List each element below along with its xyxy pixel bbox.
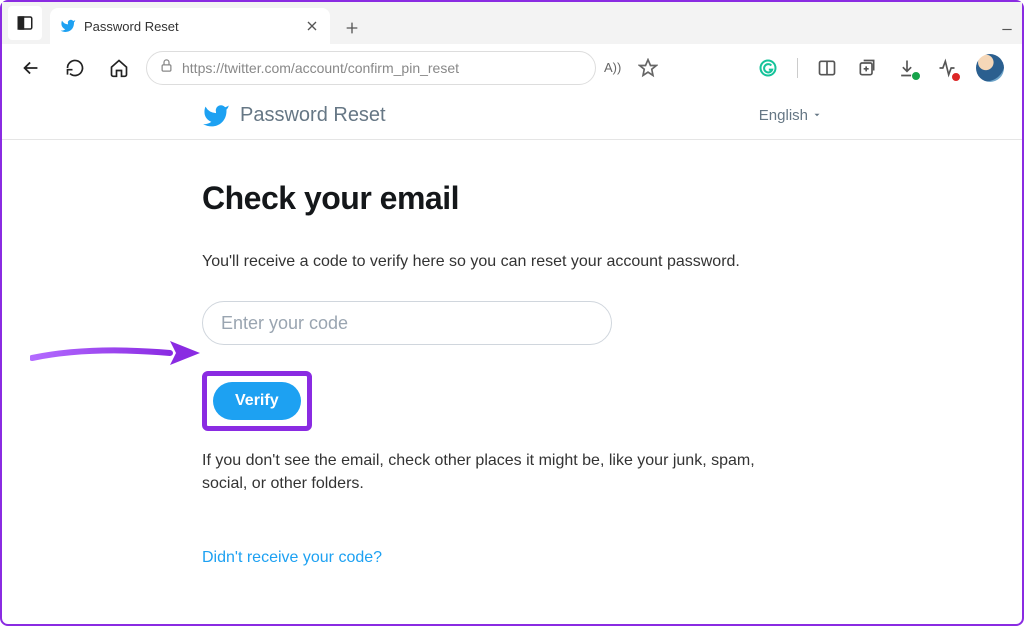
home-button[interactable] bbox=[102, 51, 136, 85]
page-heading: Check your email bbox=[202, 180, 762, 217]
twitter-logo-icon bbox=[202, 102, 230, 130]
separator bbox=[797, 58, 798, 78]
browser-toolbar: https://twitter.com/account/confirm_pin_… bbox=[2, 44, 1022, 92]
hint-text: If you don't see the email, check other … bbox=[202, 449, 762, 495]
minimize-button[interactable] bbox=[1000, 19, 1014, 44]
language-label: English bbox=[759, 107, 808, 124]
chevron-down-icon bbox=[812, 107, 822, 124]
annotation-highlight: Verify bbox=[202, 371, 312, 431]
back-button[interactable] bbox=[14, 51, 48, 85]
page-body: Password Reset English Check your email … bbox=[2, 92, 1022, 567]
resend-code-link[interactable]: Didn't receive your code? bbox=[202, 549, 762, 567]
grammarly-icon[interactable] bbox=[757, 57, 779, 79]
lock-icon bbox=[159, 58, 174, 78]
reader-mode-icon[interactable]: A)) bbox=[604, 60, 621, 75]
page-header-title: Password Reset bbox=[240, 104, 386, 127]
performance-icon[interactable] bbox=[936, 57, 958, 79]
address-bar[interactable]: https://twitter.com/account/confirm_pin_… bbox=[146, 51, 596, 85]
refresh-button[interactable] bbox=[58, 51, 92, 85]
split-screen-icon[interactable] bbox=[816, 57, 838, 79]
main-content: Check your email You'll receive a code t… bbox=[2, 140, 762, 567]
instruction-text: You'll receive a code to verify here so … bbox=[202, 253, 762, 271]
language-selector[interactable]: English bbox=[759, 107, 822, 124]
url-text: https://twitter.com/account/confirm_pin_… bbox=[182, 60, 583, 76]
new-tab-button[interactable] bbox=[336, 12, 368, 44]
browser-tab[interactable]: Password Reset bbox=[50, 8, 330, 44]
tab-title: Password Reset bbox=[84, 19, 296, 34]
downloads-icon[interactable] bbox=[896, 57, 918, 79]
favorite-button[interactable] bbox=[631, 51, 665, 85]
verify-button[interactable]: Verify bbox=[213, 382, 301, 420]
tab-overview-button[interactable] bbox=[8, 6, 42, 40]
verification-code-input[interactable] bbox=[202, 301, 612, 345]
browser-titlebar: Password Reset bbox=[2, 2, 1022, 44]
page-header: Password Reset English bbox=[2, 92, 1022, 140]
close-tab-icon[interactable] bbox=[304, 18, 320, 34]
collections-icon[interactable] bbox=[856, 57, 878, 79]
profile-avatar[interactable] bbox=[976, 54, 1004, 82]
twitter-bird-icon bbox=[60, 18, 76, 34]
